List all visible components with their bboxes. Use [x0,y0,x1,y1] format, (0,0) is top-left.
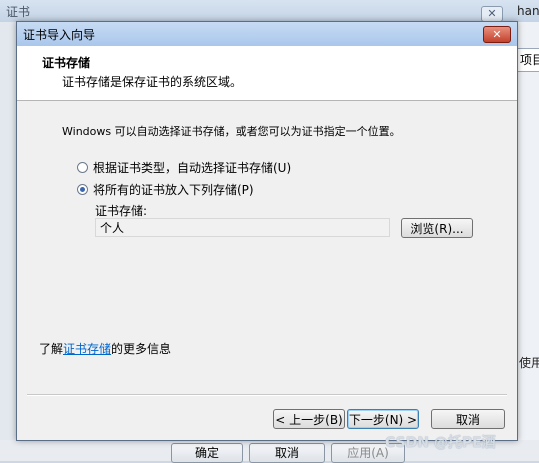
option-auto-select[interactable]: 根据证书类型，自动选择证书存储(U) [77,159,291,176]
back-button[interactable]: < 上一步(B) [273,409,345,429]
option-place-in-store-label: 将所有的证书放入下列存储(P) [93,183,254,197]
import-wizard-dialog: 证书导入向导 ✕ 证书存储 证书存储是保存证书的系统区域。 Windows 可以… [16,21,518,441]
background-text-hang: hang [517,4,539,18]
browse-button[interactable]: 浏览(R)... [401,218,473,238]
dialog-titlebar: 证书导入向导 ✕ [17,22,517,46]
option-auto-select-label: 根据证书类型，自动选择证书存储(U) [93,161,292,175]
header-title: 证书存储 [42,56,91,70]
dialog-close-button[interactable]: ✕ [483,26,511,43]
option-place-in-store[interactable]: 将所有的证书放入下列存储(P) [77,181,254,198]
store-field: 个人 [95,218,390,237]
header-description: 证书存储是保存证书的系统区域。 [62,75,243,89]
background-text-use: 使用 [519,356,539,370]
learn-more-link[interactable]: 证书存储 [63,342,111,356]
next-button[interactable]: 下一步(N) > [347,409,419,429]
radio-place-in-store[interactable] [77,184,88,195]
background-cancel-button[interactable]: 取消 [249,443,325,463]
intro-text: Windows 可以自动选择证书存储，或者您可以为证书指定一个位置。 [62,125,401,138]
cancel-button[interactable]: 取消 [431,409,505,429]
close-icon: ✕ [492,28,502,41]
background-titlebar: 证书 ✕ [0,0,539,22]
wizard-header: 证书存储 证书存储是保存证书的系统区域。 [17,46,517,101]
footer-separator [27,394,507,396]
store-label: 证书存储: [95,204,148,218]
learn-more-text: 了解证书存储的更多信息 [39,342,172,356]
dialog-title: 证书导入向导 [23,28,96,42]
radio-auto-select[interactable] [77,162,88,173]
background-window-title: 证书 [6,5,31,19]
background-ok-button[interactable]: 确定 [171,443,243,463]
background-tab-item[interactable]: 项目 [517,48,539,72]
background-right-panel [515,22,539,461]
close-icon: ✕ [487,7,497,20]
background-close-button[interactable]: ✕ [481,6,503,22]
watermark: CSDN @托PE酒 [385,435,496,451]
